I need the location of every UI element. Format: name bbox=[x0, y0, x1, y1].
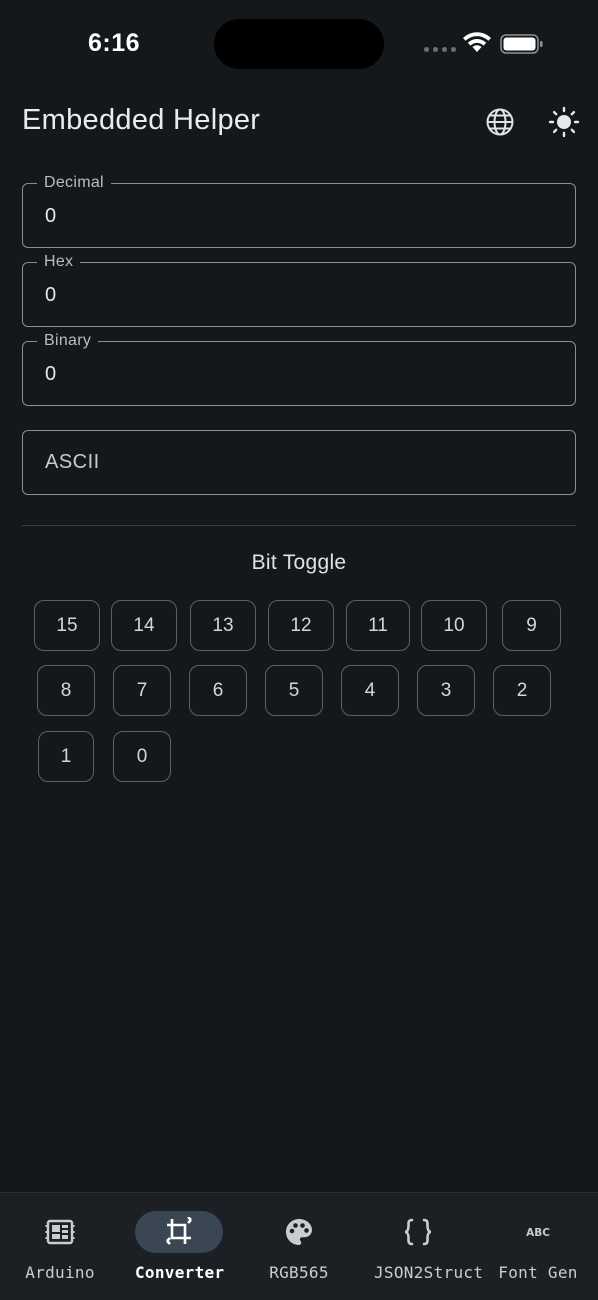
palette-icon bbox=[286, 1219, 312, 1245]
nav-item-converter[interactable]: Converter bbox=[135, 1193, 225, 1300]
bit-4-button[interactable]: 4 bbox=[341, 665, 399, 716]
battery-icon bbox=[500, 34, 543, 54]
bit-12-button[interactable]: 12 bbox=[268, 600, 334, 651]
braces-icon bbox=[404, 1218, 432, 1246]
bit-9-button[interactable]: 9 bbox=[502, 600, 561, 651]
bottom-navigation: Arduino Converter RGB565 JSON2Struct ABC… bbox=[0, 1192, 598, 1300]
hex-field[interactable]: Hex bbox=[22, 253, 576, 327]
language-button[interactable] bbox=[482, 104, 518, 140]
theme-toggle-button[interactable] bbox=[546, 104, 582, 140]
nav-item-rgb565[interactable]: RGB565 bbox=[255, 1193, 343, 1300]
bit-5-button[interactable]: 5 bbox=[265, 665, 323, 716]
nav-label-font-gen: Font Gen bbox=[498, 1263, 578, 1282]
bit-2-button[interactable]: 2 bbox=[493, 665, 551, 716]
nav-item-font-gen[interactable]: ABC Font Gen bbox=[494, 1193, 582, 1300]
nav-icon-container bbox=[16, 1211, 104, 1253]
nav-icon-container bbox=[255, 1211, 343, 1253]
binary-field[interactable]: Binary bbox=[22, 332, 576, 406]
crop-icon bbox=[166, 1217, 192, 1245]
screen: 6:16 Embedded Helper Decimal 0 Hex 0 Bin… bbox=[0, 0, 598, 1300]
cellular-signal-icon bbox=[424, 47, 456, 52]
app-title: Embedded Helper bbox=[22, 104, 261, 136]
nav-label-json2struct: JSON2Struct bbox=[374, 1263, 484, 1282]
nav-icon-container: ABC bbox=[494, 1211, 582, 1253]
dynamic-island bbox=[214, 19, 384, 69]
svg-text:ABC: ABC bbox=[526, 1227, 550, 1239]
bit-7-button[interactable]: 7 bbox=[113, 665, 171, 716]
nav-item-json2struct[interactable]: JSON2Struct bbox=[374, 1193, 484, 1300]
bit-1-button[interactable]: 1 bbox=[38, 731, 94, 782]
status-time: 6:16 bbox=[88, 29, 141, 57]
nav-label-rgb565: RGB565 bbox=[269, 1263, 329, 1282]
binary-input[interactable] bbox=[23, 342, 575, 405]
bit-toggle-title: Bit Toggle bbox=[251, 551, 347, 574]
bit-13-button[interactable]: 13 bbox=[190, 600, 256, 651]
bit-10-button[interactable]: 10 bbox=[421, 600, 487, 651]
globe-icon bbox=[486, 108, 514, 136]
bit-0-button[interactable]: 0 bbox=[113, 731, 171, 782]
nav-icon-container bbox=[374, 1211, 462, 1253]
board-icon bbox=[45, 1219, 75, 1245]
nav-label-arduino: Arduino bbox=[25, 1263, 95, 1282]
bit-8-button[interactable]: 8 bbox=[37, 665, 95, 716]
ascii-field[interactable] bbox=[22, 430, 576, 495]
abc-icon: ABC bbox=[526, 1227, 550, 1239]
bit-15-button[interactable]: 15 bbox=[34, 600, 100, 651]
nav-label-converter: Converter bbox=[135, 1263, 225, 1282]
bit-11-button[interactable]: 11 bbox=[346, 600, 410, 651]
bit-3-button[interactable]: 3 bbox=[417, 665, 475, 716]
nav-item-arduino[interactable]: Arduino bbox=[16, 1193, 104, 1300]
sun-icon bbox=[548, 106, 580, 138]
hex-input[interactable] bbox=[23, 263, 575, 326]
nav-active-indicator bbox=[135, 1211, 223, 1253]
wifi-icon bbox=[463, 32, 491, 52]
decimal-field[interactable]: Decimal bbox=[22, 174, 576, 248]
bit-6-button[interactable]: 6 bbox=[189, 665, 247, 716]
decimal-input[interactable] bbox=[23, 184, 575, 247]
divider bbox=[22, 525, 576, 526]
ascii-input[interactable] bbox=[23, 431, 575, 494]
bit-14-button[interactable]: 14 bbox=[111, 600, 177, 651]
